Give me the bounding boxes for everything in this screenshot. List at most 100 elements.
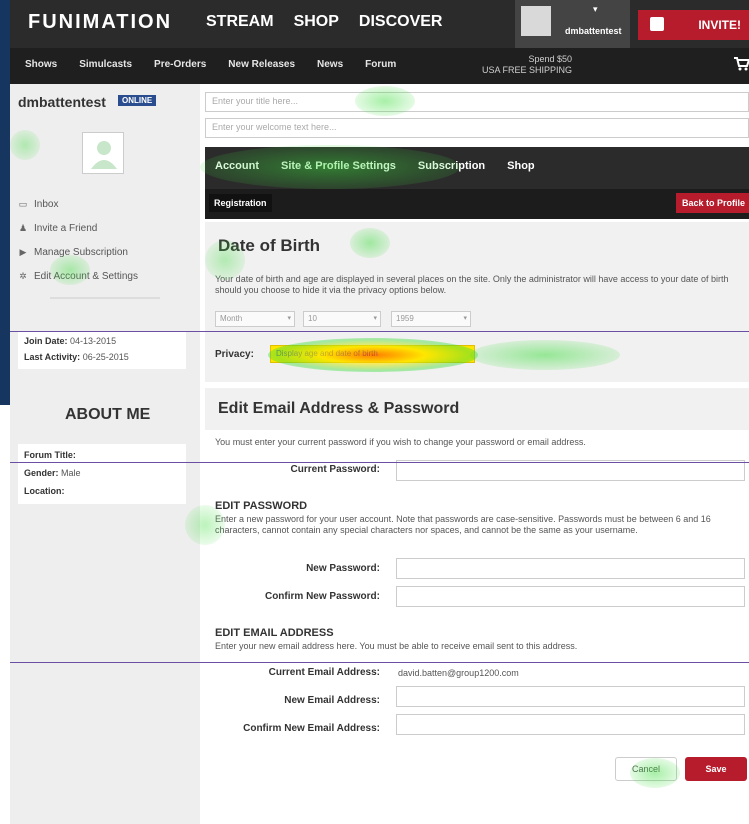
- dob-year-select[interactable]: 1959 ▾: [391, 311, 471, 327]
- cancel-button[interactable]: Cancel: [615, 757, 677, 781]
- sidebar-item-subscription[interactable]: ▶ Manage Subscription: [18, 240, 138, 264]
- status-badge: ONLINE: [118, 95, 157, 106]
- location-label: Location:: [24, 486, 65, 496]
- overlay-line: [10, 662, 749, 663]
- shipping-line-1: Spend $50: [528, 54, 573, 64]
- welcome-text-input[interactable]: Enter your welcome text here...: [205, 118, 749, 138]
- last-activity-label: Last Activity:: [24, 352, 81, 362]
- current-password-field[interactable]: [396, 460, 745, 481]
- subnav-pre-orders[interactable]: Pre-Orders: [154, 59, 206, 70]
- cart-icon[interactable]: [733, 56, 749, 72]
- user-menu-name: dmbattentest: [565, 26, 622, 36]
- subnav-shows[interactable]: Shows: [25, 59, 57, 70]
- dob-day-select[interactable]: 10 ▾: [303, 311, 381, 327]
- edit-password-description: Enter a new password for your user accou…: [215, 514, 711, 535]
- invite-label: INVITE!: [698, 18, 741, 32]
- dob-day-value: 10: [308, 314, 317, 323]
- sidebar-item-label: Manage Subscription: [34, 246, 128, 258]
- tab-account[interactable]: Account: [215, 160, 259, 172]
- tab-site-profile-settings[interactable]: Site & Profile Settings: [281, 160, 396, 172]
- tab-subscription[interactable]: Subscription: [418, 160, 485, 172]
- last-activity: 06-25-2015: [82, 352, 129, 362]
- dob-month-select[interactable]: Month ▾: [215, 311, 295, 327]
- gender-value: Male: [61, 468, 81, 478]
- new-password-label: New Password:: [306, 563, 380, 574]
- user-avatar: [521, 6, 551, 36]
- dob-month-value: Month: [220, 314, 243, 323]
- confirm-email-field[interactable]: [396, 714, 745, 735]
- confirm-email-label: Confirm New Email Address:: [243, 723, 380, 734]
- privacy-label: Privacy:: [215, 349, 254, 360]
- sidebar-item-settings[interactable]: ✲ Edit Account & Settings: [18, 264, 138, 288]
- user-menu[interactable]: ▾ dmbattentest: [515, 0, 630, 48]
- current-email-label: Current Email Address:: [268, 667, 380, 678]
- edit-email-heading: EDIT EMAIL ADDRESS: [215, 627, 334, 639]
- email-password-description: You must enter your current password if …: [215, 437, 586, 447]
- sidebar-divider: [50, 297, 160, 299]
- subnav-new-releases[interactable]: New Releases: [228, 59, 295, 70]
- gender-label: Gender:: [24, 468, 59, 478]
- forum-title-label: Forum Title:: [24, 450, 76, 460]
- edit-password-heading: EDIT PASSWORD: [215, 500, 308, 512]
- activity-dates: Join Date: 04-13-2015 Last Activity: 06-…: [18, 331, 186, 369]
- overlay-line: [10, 462, 749, 463]
- chevron-down-icon: ▾: [287, 315, 291, 322]
- join-date-label: Join Date:: [24, 336, 68, 346]
- invite-button[interactable]: INVITE!: [638, 10, 749, 40]
- save-button[interactable]: Save: [685, 757, 747, 781]
- about-me-heading: ABOUT ME: [65, 406, 151, 423]
- shipping-promo: Spend $50 USA FREE SHIPPING: [482, 54, 572, 76]
- confirm-password-field[interactable]: [396, 586, 745, 607]
- play-icon: ▶: [19, 247, 27, 257]
- edit-email-description: Enter your new email address here. You m…: [215, 641, 578, 651]
- dob-description: Your date of birth and age are displayed…: [215, 274, 729, 295]
- funimation-logo[interactable]: FUNIMATION: [28, 11, 172, 34]
- sidebar-links: ▭ Inbox ♟ Invite a Friend ▶ Manage Subsc…: [18, 192, 138, 288]
- chevron-down-icon: ▾: [373, 315, 377, 322]
- profile-username: dmbattentest: [18, 94, 106, 110]
- confirm-password-label: Confirm New Password:: [264, 591, 380, 602]
- tab-shop[interactable]: Shop: [507, 160, 535, 172]
- about-me-details: Forum Title: Gender: Male Location:: [18, 444, 186, 504]
- tab-registration[interactable]: Registration: [209, 194, 272, 212]
- chevron-down-icon: ▾: [463, 315, 467, 322]
- current-password-label: Current Password:: [290, 464, 380, 475]
- privacy-select[interactable]: Display age and date of birth: [270, 345, 475, 363]
- left-edge-strip: [0, 0, 10, 405]
- dob-year-value: 1959: [396, 314, 414, 323]
- account-sub-bar: Registration Back to Profile: [205, 189, 749, 219]
- user-silhouette-icon: [91, 141, 117, 169]
- overlay-line: [10, 331, 749, 332]
- shipping-line-2: USA FREE SHIPPING: [482, 65, 573, 75]
- subnav-forum[interactable]: Forum: [365, 59, 396, 70]
- sidebar-item-label: Invite a Friend: [34, 222, 98, 234]
- nav-stream[interactable]: STREAM: [206, 13, 274, 31]
- nav-shop[interactable]: SHOP: [294, 13, 339, 31]
- profile-sidebar: dmbattentest ONLINE ▭ Inbox ♟ Invite a F…: [10, 84, 200, 824]
- email-password-heading: Edit Email Address & Password: [218, 400, 460, 417]
- new-email-label: New Email Address:: [284, 695, 380, 706]
- sidebar-item-label: Inbox: [34, 198, 59, 210]
- subnav-news[interactable]: News: [317, 59, 343, 70]
- inbox-icon: ▭: [18, 199, 28, 209]
- back-to-profile-button[interactable]: Back to Profile: [675, 193, 749, 213]
- gear-icon: ✲: [19, 271, 27, 281]
- sidebar-item-inbox[interactable]: ▭ Inbox: [18, 192, 138, 216]
- current-email-value: david.batten@group1200.com: [398, 668, 519, 678]
- chevron-down-icon: ▾: [593, 4, 598, 14]
- secondary-nav: Shows Simulcasts Pre-Orders New Releases…: [10, 48, 749, 84]
- avatar[interactable]: [82, 132, 124, 174]
- profile-title-input[interactable]: Enter your title here...: [205, 92, 749, 112]
- person-icon: ♟: [18, 223, 28, 233]
- new-email-field[interactable]: [396, 686, 745, 707]
- main-nav: STREAM SHOP DISCOVER: [206, 13, 442, 31]
- account-tab-bar: Account Site & Profile Settings Subscrip…: [205, 147, 749, 189]
- gift-icon: [650, 17, 664, 31]
- nav-discover[interactable]: DISCOVER: [359, 13, 443, 31]
- join-date: 04-13-2015: [70, 336, 117, 346]
- new-password-field[interactable]: [396, 558, 745, 579]
- sidebar-item-label: Edit Account & Settings: [34, 270, 138, 282]
- dob-heading: Date of Birth: [218, 236, 320, 255]
- sidebar-item-invite[interactable]: ♟ Invite a Friend: [18, 216, 138, 240]
- subnav-simulcasts[interactable]: Simulcasts: [79, 59, 132, 70]
